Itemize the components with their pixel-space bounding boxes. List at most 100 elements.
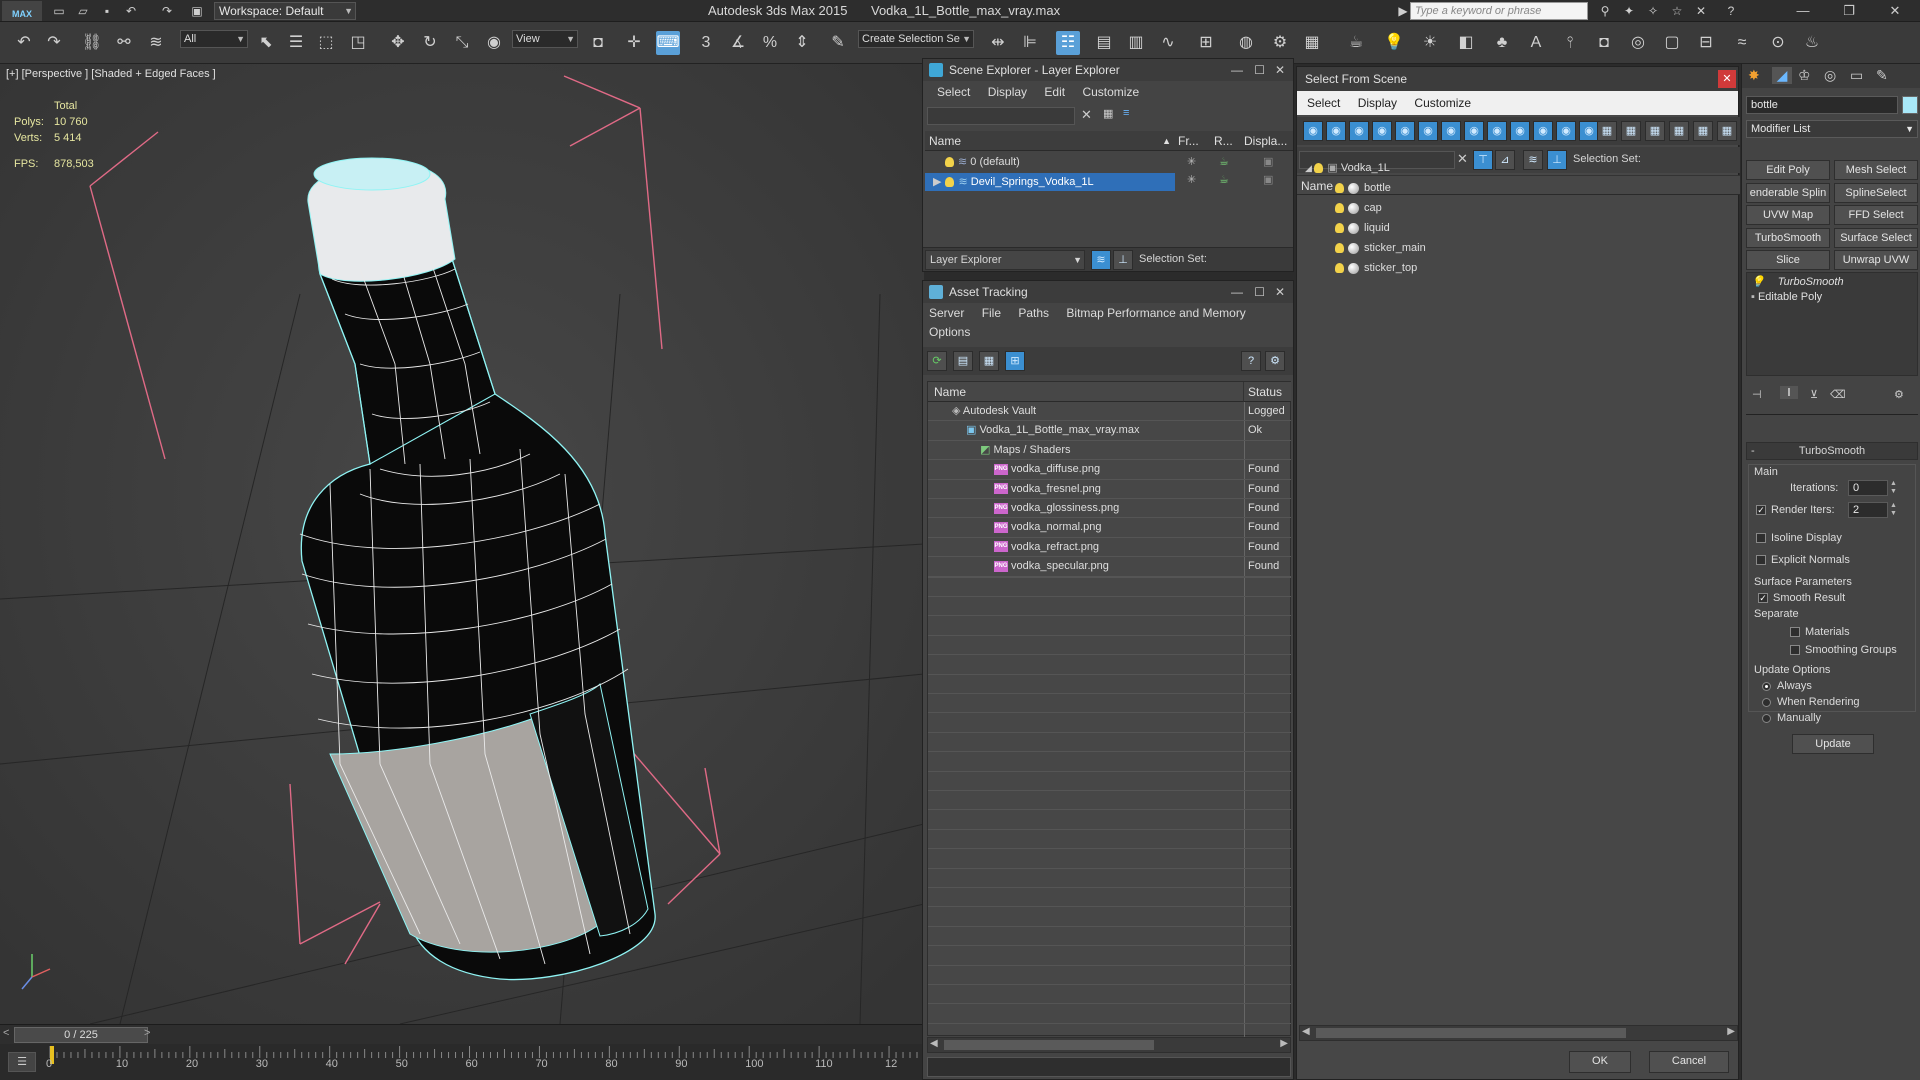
pivot-center-icon[interactable]: ◘ [586,31,610,55]
create-tab-icon[interactable]: ✸ [1748,67,1760,84]
minimize-icon[interactable]: — [1231,281,1243,303]
list-view-icon[interactable]: ▤ [953,351,973,371]
col-freeze-header[interactable]: Fr... [1175,131,1211,151]
menu-customize[interactable]: Customize [1082,85,1139,99]
asset-row[interactable]: ◈ Autodesk Vault [928,402,1244,420]
window-crossing-icon[interactable]: ◳ [346,31,370,55]
render-iters-checkbox[interactable]: ✓ Render Iters: [1756,504,1835,516]
asset-status-field[interactable] [927,1057,1291,1077]
close-icon[interactable]: ✕ [1275,59,1285,81]
select-from-scene-titlebar[interactable]: Select From Scene ✕ [1297,67,1738,91]
asset-hscrollbar[interactable]: ◀ ▶ [927,1037,1291,1053]
asset-row[interactable]: ▣ Vodka_1L_Bottle_max_vray.max [928,421,1244,439]
isoline-display-checkbox[interactable]: Isoline Display [1756,532,1842,544]
modifier-button[interactable]: Edit Poly [1746,160,1830,180]
lightbulb-icon[interactable] [1314,163,1324,174]
table-view-icon[interactable]: ▦ [979,351,999,371]
vray-icon[interactable]: ◎ [1626,31,1650,55]
filter-spacewarps-icon[interactable]: ◉ [1418,121,1438,141]
clear-search-icon[interactable]: ✕ [1081,107,1092,123]
menu-customize[interactable]: Customize [1414,96,1471,110]
display-tab-icon[interactable]: ▭ [1850,67,1863,84]
viewport-label[interactable]: [+] [Perspective ] [Shaded + Edged Faces… [6,68,216,80]
layer-manager-icon[interactable]: ▤ [1092,31,1116,55]
menu-bitmap-performance[interactable]: Bitmap Performance and Memory [1066,306,1245,320]
grid-view-icon[interactable]: ⊞ [1005,351,1025,371]
expand-plus-icon[interactable]: ▪ [1751,291,1758,303]
col-status-header[interactable]: Status [1244,382,1291,402]
explicit-normals-checkbox[interactable]: Explicit Normals [1756,554,1850,566]
lightbulb-icon[interactable] [1335,223,1344,234]
menu-file[interactable]: File [982,306,1001,320]
configure-sets-icon[interactable]: ⚙ [1894,388,1904,401]
rect-selection-icon[interactable]: ⬚ [314,31,338,55]
filter-icon[interactable]: ▦ [1103,107,1113,120]
link-icon[interactable]: ⛓ [80,31,104,55]
menu-options[interactable]: Options [929,325,970,339]
lightbulb-icon[interactable] [945,177,955,188]
ok-button[interactable]: OK [1569,1051,1631,1073]
smooth-result-checkbox[interactable]: ✓ Smooth Result [1758,592,1845,604]
undo-icon[interactable]: ↶ [12,31,36,55]
turbosmooth-rollout-header[interactable]: - TurboSmooth [1746,442,1918,460]
close-icon[interactable]: ✕ [1880,2,1910,20]
update-button[interactable]: Update [1792,734,1874,754]
col-display-header[interactable]: Displa... [1241,131,1293,151]
schematic-view-icon[interactable]: ⊞ [1194,31,1218,55]
move-icon[interactable]: ✥ [386,31,410,55]
menu-display[interactable]: Display [988,85,1027,99]
communication-icon[interactable]: ✧ [1644,3,1662,19]
save-icon[interactable]: ▪ [98,3,116,19]
time-slider[interactable]: < 0 / 225 > [0,1024,924,1044]
col-render-header[interactable]: R... [1211,131,1241,151]
unlink-icon[interactable]: ⚯ [112,31,136,55]
iterations-spinner[interactable]: 0 [1848,480,1888,496]
filter-groups-icon[interactable]: ◉ [1441,121,1461,141]
filter-hidden-icon[interactable]: ◉ [1556,121,1576,141]
freeze-snowflake-icon[interactable]: ✳ [1187,173,1196,186]
filter-funnel-icon[interactable]: ▦ [1669,121,1689,141]
asset-row[interactable]: PNG vodka_diffuse.png [928,460,1244,478]
smoothing-groups-checkbox[interactable]: Smoothing Groups [1790,644,1897,656]
sun-icon[interactable]: ☀ [1418,31,1442,55]
bind-spacewarp-icon[interactable]: ≋ [144,31,168,55]
redo-icon[interactable]: ↷ [42,31,66,55]
filter-containers-icon[interactable]: ◉ [1510,121,1530,141]
asset-row[interactable]: ◩ Maps / Shaders [928,441,1244,459]
display-box-icon[interactable]: ▣ [1263,153,1273,171]
spinner-arrows-icon[interactable]: ▲ ▼ [1890,480,1897,496]
checkbox-checked-icon[interactable]: ✓ [1756,505,1766,516]
modifier-button[interactable]: enderable Splin [1746,182,1830,203]
object-node[interactable]: cap [1299,199,1738,217]
maximize-icon[interactable]: ☐ [1254,59,1265,81]
filter-geometry-icon[interactable]: ◉ [1303,121,1323,141]
lightbulb-icon[interactable]: 💡 [1751,276,1768,288]
restore-icon[interactable]: ❐ [1834,2,1864,20]
exchange-icon[interactable]: ✕ [1692,3,1710,19]
options-icon[interactable]: ▦ [1717,121,1737,141]
modifier-button[interactable]: Unwrap UVW [1834,250,1918,270]
radio-empty-icon[interactable] [1762,713,1771,723]
object-node[interactable]: liquid [1299,219,1738,237]
pin-icon[interactable]: ⊙ [1766,31,1790,55]
redo-icon[interactable]: ↷ [158,3,176,19]
select-object-icon[interactable]: ⬉ [254,31,278,55]
hair-icon[interactable]: ≈ [1730,31,1754,55]
layer-row-default[interactable]: ≋ 0 (default) ✳ ☕ ▣ [925,153,1293,171]
motion-tab-icon[interactable]: ◎ [1824,67,1836,84]
object-name-field[interactable]: bottle [1746,96,1898,114]
angle-snap-icon[interactable]: ∡ [726,31,750,55]
modifier-button[interactable]: TurboSmooth [1746,227,1830,248]
show-end-result-icon[interactable]: Ⅰ [1780,386,1798,399]
material-editor-icon[interactable]: ◍ [1234,31,1258,55]
asset-row[interactable]: PNG vodka_specular.png [928,557,1244,575]
modifier-stack[interactable]: 💡 TurboSmooth ▪ Editable Poly [1746,272,1918,376]
explorer-type-dropdown[interactable]: Layer Explorer ▼ [925,250,1085,270]
sort-list-icon[interactable]: ▦ [1693,121,1713,141]
time-slider-thumb[interactable]: 0 / 225 [14,1027,148,1043]
filter-all-icon[interactable]: ◉ [1579,121,1599,141]
snap-3-icon[interactable]: 3 [694,31,718,55]
binoculars-icon[interactable]: ⚲ [1596,3,1614,19]
asset-row[interactable]: PNG vodka_normal.png [928,518,1244,536]
checkbox-empty-icon[interactable] [1756,555,1766,566]
